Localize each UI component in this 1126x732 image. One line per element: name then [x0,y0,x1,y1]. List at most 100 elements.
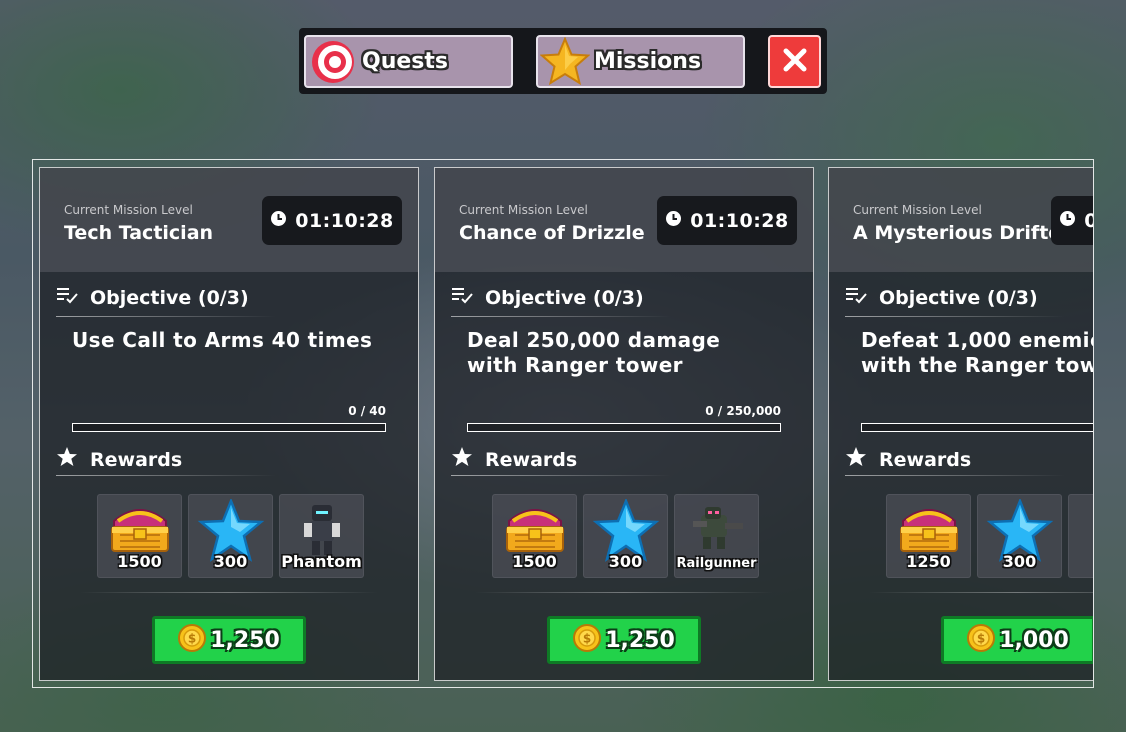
reward-tile[interactable]: 300 [977,494,1062,578]
reward-tile[interactable]: Phantom [279,494,364,578]
claim-mission-button[interactable]: $ 1,000 [941,616,1093,664]
objective-description: Use Call to Arms 40 times [72,328,373,352]
checklist-icon [845,286,867,309]
objective-progress-bar [467,423,781,432]
card-divider [475,592,773,593]
objective-divider [845,316,1065,317]
reward-label: 1250 [906,552,951,571]
reward-label: 300 [213,552,248,571]
star-icon [56,446,78,473]
mission-price: 1,250 [210,627,280,653]
checklist-icon [451,286,473,309]
svg-text:$: $ [583,632,591,646]
reward-label: Ba [1069,552,1093,571]
rewards-divider [845,475,1065,476]
mission-card: Current Mission Level Chance of Drizzle … [434,167,814,681]
reward-tile[interactable]: 1500 [492,494,577,578]
close-icon [782,47,808,77]
rewards-divider [56,475,276,476]
rewards-title: Rewards [90,448,183,471]
mission-timer-text: 01:10:28 [690,209,789,232]
unit-railgunner-icon [675,499,758,555]
reward-label: 300 [1002,552,1037,571]
reward-label: 1500 [117,552,162,571]
mission-price: 1,250 [605,627,675,653]
rewards-list: 1250 300 Ba [886,494,1093,578]
gold-star-icon [540,36,590,87]
objective-heading: Objective (0/3) [451,286,644,309]
gold-coin-icon: $ [178,624,207,656]
reward-label: Phantom [281,552,362,571]
rewards-title: Rewards [485,448,578,471]
mission-level-caption: Current Mission Level [459,203,588,217]
mission-level-name: Chance of Drizzle [459,222,645,244]
rewards-list: 1500 300 Phantom [97,494,364,578]
objective-progress-bar [72,423,386,432]
mission-timer-text: 01:10:28 [1084,210,1093,232]
mission-timer: 01:10:28 [1051,196,1093,245]
reward-tile[interactable]: 1250 [886,494,971,578]
objective-heading: Objective (0/3) [845,286,1038,309]
mission-price: 1,000 [999,627,1069,653]
reward-tile[interactable]: Railgunner [674,494,759,578]
reward-label: Railgunner [676,556,757,571]
reward-tile[interactable]: Ba [1068,494,1093,578]
gold-coin-icon: $ [967,624,996,656]
missions-panel: Current Mission Level Tech Tactician 01:… [32,159,1094,688]
rewards-divider [451,475,671,476]
mission-level-caption: Current Mission Level [853,203,982,217]
checklist-icon [56,286,78,309]
reward-label: 1500 [512,552,557,571]
rewards-heading: Rewards [56,446,182,473]
mission-timer-text: 01:10:28 [295,209,394,232]
mission-level-caption: Current Mission Level [64,203,193,217]
mission-card: Current Mission Level Tech Tactician 01:… [39,167,419,681]
reward-tile[interactable]: 300 [583,494,668,578]
card-divider [80,592,378,593]
menu-tab-bar: Quests Missions [299,28,827,94]
tab-quests[interactable]: Quests [304,35,513,88]
clock-icon [1059,210,1076,231]
reward-label: 300 [608,552,643,571]
mission-timer: 01:10:28 [262,196,402,245]
unit-icon [1069,499,1093,555]
mission-level-name: Tech Tactician [64,222,214,244]
treasure-chest-icon [887,499,970,555]
tab-missions-label: Missions [594,49,702,74]
reward-tile[interactable]: 1500 [97,494,182,578]
rewards-heading: Rewards [845,446,971,473]
clock-icon [665,210,682,231]
treasure-chest-icon [98,499,181,555]
close-button[interactable] [768,35,821,88]
quests-ring-icon [308,37,358,87]
rewards-heading: Rewards [451,446,577,473]
unit-phantom-icon [280,499,363,559]
card-divider [869,592,1093,593]
rewards-title: Rewards [879,448,972,471]
gold-coin-icon: $ [573,624,602,656]
objective-description: Deal 250,000 damage with Ranger tower [467,328,721,377]
objective-description: Defeat 1,000 enemies with the Ranger tow… [861,328,1093,377]
claim-mission-button[interactable]: $ 1,250 [152,616,306,664]
mission-level-name: A Mysterious Drifter [853,222,1071,244]
mission-card: Current Mission Level A Mysterious Drift… [828,167,1093,681]
objective-title: Objective (0/3) [485,286,644,309]
objective-divider [451,316,671,317]
claim-mission-button[interactable]: $ 1,250 [547,616,701,664]
objective-progress-bar [861,423,1093,432]
star-icon [845,446,867,473]
reward-tile[interactable]: 300 [188,494,273,578]
svg-text:$: $ [188,632,196,646]
objective-heading: Objective (0/3) [56,286,249,309]
rewards-list: 1500 300 Railgunner [492,494,759,578]
objective-title: Objective (0/3) [879,286,1038,309]
tab-missions[interactable]: Missions [536,35,745,88]
objective-divider [56,316,276,317]
star-icon [451,446,473,473]
treasure-chest-icon [493,499,576,555]
objective-title: Objective (0/3) [90,286,249,309]
objective-progress-text: 0 / 250,000 [705,404,781,418]
svg-text:$: $ [977,632,985,646]
objective-progress-text: 0 / 40 [348,404,386,418]
clock-icon [270,210,287,231]
